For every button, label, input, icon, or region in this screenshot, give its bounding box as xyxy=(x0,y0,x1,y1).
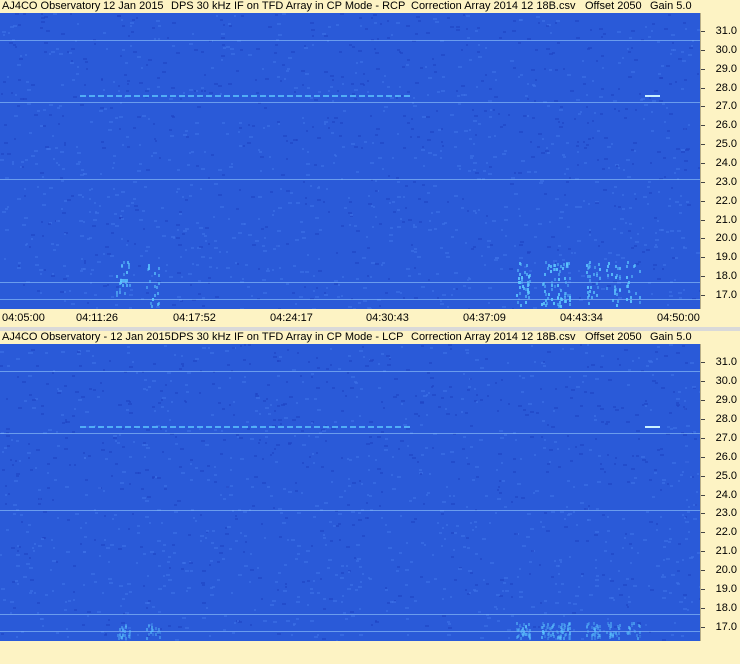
y-tick-label: 18.0 xyxy=(715,270,737,282)
lcp-title-gain: Gain 5.0 xyxy=(650,331,692,343)
y-tick-mark xyxy=(701,88,705,89)
y-tick-mark xyxy=(701,419,705,420)
y-tick-mark xyxy=(701,201,705,202)
y-tick-label: 25.0 xyxy=(715,138,737,150)
rcp-title-correction: Correction Array 2014 12 18B.csv xyxy=(411,0,576,12)
x-tick-label: 04:37:09 xyxy=(463,312,506,324)
y-tick-mark xyxy=(701,163,705,164)
y-tick-mark xyxy=(701,627,705,628)
y-tick-mark xyxy=(701,532,705,533)
lcp-title-instrument: DPS 30 kHz IF on TFD Array in CP Mode - … xyxy=(171,331,404,343)
y-tick-mark xyxy=(701,182,705,183)
y-tick-label: 28.0 xyxy=(715,82,737,94)
x-tick-label: 04:43:34 xyxy=(560,312,603,324)
y-tick-mark xyxy=(701,381,705,382)
y-tick-mark xyxy=(701,400,705,401)
x-tick-label: 04:24:17 xyxy=(270,312,313,324)
y-tick-mark xyxy=(701,457,705,458)
y-tick-mark xyxy=(701,438,705,439)
rcp-title-date: 12 Jan 2015 xyxy=(103,0,164,12)
rcp-title-offset: Offset 2050 xyxy=(585,0,642,12)
y-tick-label: 29.0 xyxy=(715,63,737,75)
y-tick-mark xyxy=(701,570,705,571)
y-tick-label: 19.0 xyxy=(715,583,737,595)
y-tick-mark xyxy=(701,513,705,514)
interference-line xyxy=(0,614,700,615)
y-tick-mark xyxy=(701,69,705,70)
y-tick-mark xyxy=(701,276,705,277)
y-tick-label: 20.0 xyxy=(715,232,737,244)
y-tick-mark xyxy=(701,589,705,590)
y-tick-mark xyxy=(701,608,705,609)
y-tick-label: 29.0 xyxy=(715,394,737,406)
interference-line xyxy=(0,282,700,283)
y-tick-mark xyxy=(701,295,705,296)
rcp-spectrogram xyxy=(0,13,700,309)
y-tick-label: 22.0 xyxy=(715,195,737,207)
y-tick-mark xyxy=(701,476,705,477)
y-tick-label: 25.0 xyxy=(715,470,737,482)
y-tick-label: 30.0 xyxy=(715,44,737,56)
y-tick-label: 26.0 xyxy=(715,119,737,131)
y-tick-mark xyxy=(701,257,705,258)
rcp-frequency-axis: 31.0 30.0 29.0 28.0 27.0 26.0 25.0 24.0 23.0 22.0… xyxy=(700,13,740,309)
y-tick-mark xyxy=(701,220,705,221)
y-tick-label: 24.0 xyxy=(715,489,737,501)
rcp-title-instrument: DPS 30 kHz IF on TFD Array in CP Mode - … xyxy=(171,0,406,12)
interference-line xyxy=(0,179,700,180)
rcp-title-gain: Gain 5.0 xyxy=(650,0,692,12)
y-tick-mark xyxy=(701,125,705,126)
lcp-frequency-axis: 31.0 30.0 29.0 28.0 27.0 26.0 25.0 24.0 23.0 22.0… xyxy=(700,344,740,641)
interference-line xyxy=(0,102,700,103)
lcp-time-axis xyxy=(0,641,740,664)
rcp-panel: AJ4CO Observatory 12 Jan 2015 DPS 30 kHz… xyxy=(0,0,740,327)
y-tick-mark xyxy=(701,31,705,32)
lcp-panel: AJ4CO Observatory - 12 Jan 2015 DPS 30 k… xyxy=(0,331,740,664)
y-tick-label: 28.0 xyxy=(715,413,737,425)
y-tick-label: 30.0 xyxy=(715,375,737,387)
y-tick-mark xyxy=(701,362,705,363)
spectrogram-background xyxy=(0,13,700,309)
y-tick-label: 23.0 xyxy=(715,176,737,188)
y-tick-label: 19.0 xyxy=(715,251,737,263)
rcp-time-axis: 04:05:00 04:11:26 04:17:52 04:24:17 04:30:43… xyxy=(0,309,740,327)
y-tick-label: 27.0 xyxy=(715,432,737,444)
y-tick-label: 22.0 xyxy=(715,526,737,538)
y-tick-label: 26.0 xyxy=(715,451,737,463)
y-tick-label: 23.0 xyxy=(715,507,737,519)
y-tick-label: 31.0 xyxy=(715,25,737,37)
y-tick-label: 20.0 xyxy=(715,564,737,576)
x-tick-label: 04:30:43 xyxy=(366,312,409,324)
y-tick-mark xyxy=(701,50,705,51)
y-tick-mark xyxy=(701,551,705,552)
lcp-title-correction: Correction Array 2014 12 18B.csv xyxy=(411,331,576,343)
y-tick-label: 18.0 xyxy=(715,602,737,614)
x-tick-label: 04:11:26 xyxy=(76,312,119,324)
interference-line xyxy=(0,510,700,511)
y-tick-label: 21.0 xyxy=(715,545,737,557)
lcp-spectrogram xyxy=(0,344,700,641)
y-tick-mark xyxy=(701,238,705,239)
y-tick-label: 24.0 xyxy=(715,157,737,169)
y-tick-mark xyxy=(701,495,705,496)
lcp-title-observatory: AJ4CO Observatory - 12 Jan 2015 xyxy=(2,331,171,343)
y-tick-label: 31.0 xyxy=(715,356,737,368)
y-tick-label: 27.0 xyxy=(715,100,737,112)
y-tick-mark xyxy=(701,144,705,145)
y-tick-mark xyxy=(701,106,705,107)
interference-line xyxy=(0,40,700,41)
x-tick-label: 04:17:52 xyxy=(173,312,216,324)
y-tick-label: 17.0 xyxy=(715,621,737,633)
interference-line xyxy=(0,433,700,434)
y-tick-label: 21.0 xyxy=(715,214,737,226)
lcp-title-offset: Offset 2050 xyxy=(585,331,642,343)
rcp-title-observatory: AJ4CO Observatory xyxy=(2,0,101,12)
x-tick-label: 04:05:00 xyxy=(2,312,45,324)
x-tick-label: 04:50:00 xyxy=(657,312,700,324)
interference-line xyxy=(0,371,700,372)
y-tick-label: 17.0 xyxy=(715,289,737,301)
rcp-title-bar: AJ4CO Observatory 12 Jan 2015 DPS 30 kHz… xyxy=(0,0,740,13)
interference-line xyxy=(0,299,700,300)
lcp-title-bar: AJ4CO Observatory - 12 Jan 2015 DPS 30 k… xyxy=(0,331,740,344)
